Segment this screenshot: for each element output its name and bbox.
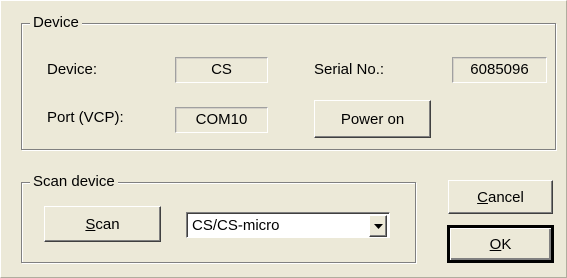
- device-value: CS: [175, 57, 268, 83]
- port-value: COM10: [175, 107, 268, 133]
- ok-mnemonic: O: [489, 235, 502, 253]
- device-dialog: Device Device: CS Serial No.: 6085096 Po…: [0, 0, 567, 278]
- scan-group-title: Scan device: [30, 173, 118, 191]
- scan-mnemonic: S: [85, 215, 96, 233]
- dropdown-button[interactable]: [369, 215, 387, 237]
- cancel-label-rest: ancel: [487, 188, 524, 206]
- cancel-mnemonic: C: [477, 188, 488, 206]
- power-on-button[interactable]: Power on: [314, 100, 431, 138]
- cancel-button[interactable]: Cancel: [448, 180, 553, 214]
- ok-button[interactable]: OK: [447, 225, 554, 263]
- device-type-select[interactable]: CS/CS-micro: [186, 212, 390, 238]
- serial-value: 6085096: [452, 57, 547, 83]
- chevron-down-icon: [374, 224, 383, 229]
- scan-button[interactable]: Scan: [44, 206, 161, 242]
- device-group-title: Device: [30, 14, 82, 32]
- port-label: Port (VCP):: [47, 109, 124, 126]
- ok-label-rest: K: [501, 235, 512, 253]
- scan-label-rest: can: [95, 215, 120, 233]
- serial-label: Serial No.:: [314, 61, 385, 78]
- scan-device-groupbox: Scan device Scan CS/CS-micro: [21, 173, 416, 263]
- device-type-selected-value: CS/CS-micro: [192, 217, 280, 234]
- device-label: Device:: [47, 61, 98, 78]
- device-groupbox: Device Device: CS Serial No.: 6085096 Po…: [21, 14, 556, 150]
